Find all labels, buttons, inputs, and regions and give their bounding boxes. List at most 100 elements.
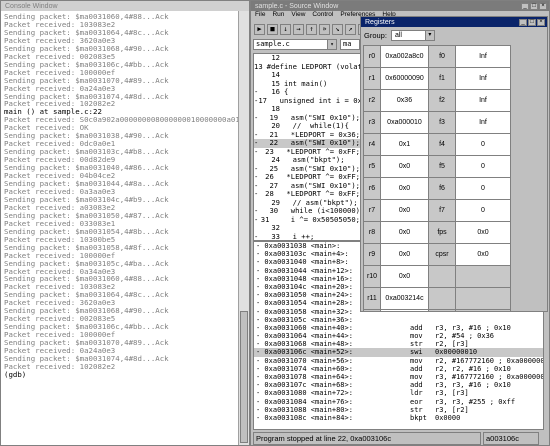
stop-icon[interactable]: ■ (267, 23, 278, 35)
breakpoint-gutter[interactable]: - (254, 113, 261, 123)
asm-line[interactable]: - 0xa0031080 <main+72>: ldr r3, [r3] (254, 389, 543, 397)
chevron-down-icon[interactable]: ▾ (327, 40, 336, 49)
console-scrollbar[interactable] (238, 11, 249, 445)
register-value[interactable]: 0xa000010 (380, 111, 429, 134)
source-line[interactable]: -17 unsigned int i = 0xa (254, 95, 361, 106)
register-value[interactable]: 0x0 (455, 243, 511, 266)
asm-address: - 0xa0031040 <main+8>: (256, 258, 349, 267)
register-value[interactable]: 0x0 (380, 199, 429, 222)
asm-line[interactable]: - 0xa003107c <main+68>: add r3, r3, #16 ; … (254, 381, 543, 389)
maximize-icon[interactable]: □ (528, 18, 536, 26)
group-select[interactable]: all ▾ (390, 30, 435, 41)
menu-control[interactable]: Control (312, 11, 333, 20)
source-line[interactable]: -31 i ^= 0x50505050; (254, 215, 360, 225)
group-label: Group: (364, 31, 387, 40)
asm-line[interactable]: - 0xa003108c <main+84>: bkpt 0x0000 (254, 414, 543, 422)
asm-line[interactable]: - 0xa0031064 <main+44>: mov r2, #54 ; 0x36 (254, 332, 543, 340)
console-line: (gdb) (4, 369, 27, 379)
run-icon[interactable]: ▶ (254, 23, 265, 35)
line-number: 17 (258, 95, 267, 105)
asm-operands: r3, r3, #16 ; 0x10 (435, 381, 511, 390)
asm-line[interactable]: - 0xa0031084 <main+76>: eor r3, r3, #255 ;… (254, 398, 543, 406)
register-name: cpsr (428, 243, 456, 266)
empty-cell (455, 287, 511, 310)
maximize-icon[interactable]: □ (530, 2, 538, 10)
register-value[interactable]: 0x0 (380, 265, 429, 288)
register-value[interactable]: 0xa002a8c0 (380, 45, 429, 68)
register-row: r7 0x0 f7 0 (363, 199, 511, 222)
register-value[interactable]: 0 (455, 133, 511, 156)
code-text: unsigned int i = 0xa (270, 95, 361, 105)
source-line[interactable]: - 33 i ++; (254, 232, 360, 240)
register-value[interactable]: 0x0 (380, 243, 429, 266)
register-value[interactable]: 0x0 (380, 221, 429, 244)
close-icon[interactable]: × (537, 18, 545, 26)
function-select[interactable]: ma (340, 39, 360, 50)
register-name: r12 (363, 309, 381, 311)
register-row: r120xa0032150 (363, 309, 511, 311)
console-scroll-thumb[interactable] (240, 311, 248, 443)
asm-address: - 0xa003107c <main+68>: (256, 381, 353, 390)
console-output[interactable]: Sending packet: $ma0031060,4#88...Ack Pac… (1, 11, 239, 445)
breakpoint-gutter[interactable] (254, 71, 262, 80)
asm-line[interactable]: - 0xa0031070 <main+56>: mov r2, #167772160… (254, 357, 543, 365)
finish-icon[interactable]: ↑ (306, 23, 317, 35)
register-value[interactable]: Inf (455, 89, 511, 112)
menu-run[interactable]: Run (272, 11, 284, 20)
asm-line[interactable]: - 0xa0031074 <main+60>: add r2, r2, #16 ; … (254, 365, 543, 373)
asm-operands: r2, #54 ; 0x36 (435, 332, 495, 341)
register-value[interactable]: 0 (455, 199, 511, 222)
register-name: f2 (428, 89, 456, 112)
register-name: fps (428, 221, 456, 244)
asm-address: - 0xa0031074 <main+60>: (256, 364, 353, 373)
file-select[interactable]: sample.c ▾ (253, 39, 337, 50)
register-name: f4 (428, 133, 456, 156)
register-value[interactable]: 0xa003214c (380, 287, 429, 310)
source-code-pane[interactable]: 12 13 #define LEDPORT (volat 14 15 int main()… (253, 53, 361, 241)
nexti-icon[interactable]: ↗ (345, 23, 356, 35)
minimize-icon[interactable]: _ (519, 18, 527, 26)
register-value[interactable]: 0x0 (380, 177, 429, 200)
register-value[interactable]: 0x36 (380, 89, 429, 112)
asm-line[interactable]: - 0xa0031088 <main+80>: str r3, [r2] (254, 406, 543, 414)
empty-cell (428, 309, 456, 311)
register-value[interactable]: 0x0 (380, 155, 429, 178)
register-value[interactable]: 0 (455, 155, 511, 178)
console-titlebar[interactable]: Console Window (1, 1, 249, 11)
group-selector: Group: all ▾ (364, 29, 435, 42)
menu-view[interactable]: View (291, 11, 305, 20)
register-value[interactable]: 0x1 (380, 133, 429, 156)
continue-icon[interactable]: » (319, 23, 330, 35)
chevron-down-icon[interactable]: ▾ (424, 31, 434, 40)
register-value[interactable]: Inf (455, 67, 511, 90)
register-value[interactable]: Inf (455, 45, 511, 68)
source-line[interactable]: 15 int main() (254, 79, 360, 89)
asm-line[interactable]: - 0xa0031068 <main+48>: str r2, [r3] (254, 340, 543, 348)
asm-operands: r3, [r3] (435, 389, 469, 398)
step-icon[interactable]: ↓ (280, 23, 291, 35)
source-titlebar[interactable]: sample.c - Source Window _ □ × (251, 1, 549, 11)
source-line[interactable]: 13 #define LEDPORT (volat (254, 62, 360, 72)
next-icon[interactable]: → (293, 23, 304, 35)
menu-file[interactable]: File (255, 11, 265, 20)
register-value[interactable]: 0 (455, 177, 511, 200)
close-icon[interactable]: × (539, 2, 547, 10)
registers-titlebar[interactable]: Registers _ □ × (361, 17, 547, 27)
asm-line[interactable]: - 0xa0031078 <main+64>: mov r3, #167772160… (254, 373, 543, 381)
asm-opcode: str (410, 405, 423, 414)
register-value[interactable]: 0xa0032150 (380, 309, 429, 311)
stepi-icon[interactable]: ↘ (332, 23, 343, 35)
register-row: r9 0x0 cpsr 0x0 (363, 243, 511, 266)
breakpoint-gutter[interactable]: - (254, 232, 262, 240)
register-row: r6 0x0 f6 0 (363, 177, 511, 200)
asm-line[interactable]: - 0xa003105c <main+36>: (254, 316, 543, 324)
register-row: r8 0x0 fps 0x0 (363, 221, 511, 244)
asm-line[interactable]: - 0xa003106c <main+52>: swi 0x00000010 (254, 348, 543, 357)
asm-operands: r3, #167772160 ; 0xa000000 (435, 373, 544, 381)
register-value[interactable]: 0x60000090 (380, 67, 429, 90)
asm-operands: r2, [r3] (435, 340, 469, 349)
register-value[interactable]: 0x0 (455, 221, 511, 244)
asm-line[interactable]: - 0xa0031060 <main+40>: add r3, r3, #16 ; … (254, 324, 543, 332)
minimize-icon[interactable]: _ (521, 2, 529, 10)
register-value[interactable]: Inf (455, 111, 511, 134)
